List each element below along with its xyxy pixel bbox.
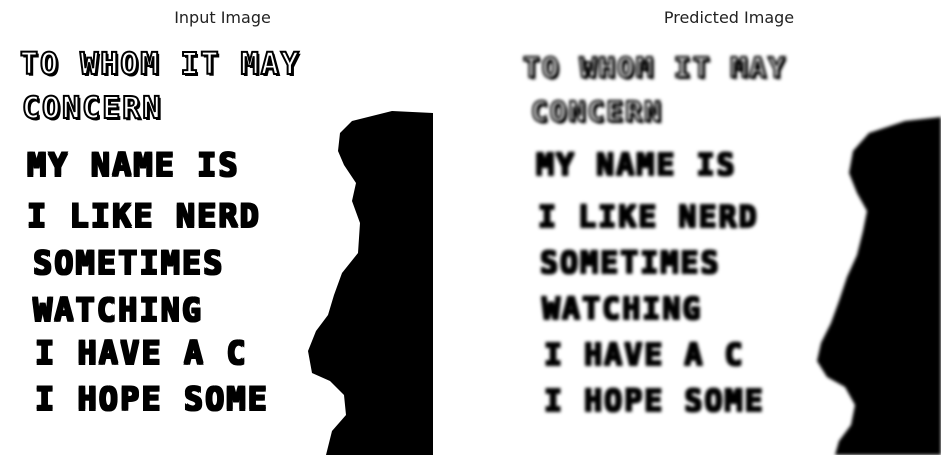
input-image: TO WHOM IT MAY CONCERN MY NAME IS I LIKE… <box>12 33 433 455</box>
silhouette-shape <box>817 117 941 455</box>
predicted-image-title: Predicted Image <box>663 8 795 27</box>
input-image-title: Input Image <box>174 8 271 27</box>
predicted-image-content: TO WHOM IT MAY CONCERN MY NAME IS I LIKE… <box>517 33 941 455</box>
silhouette-shape <box>308 111 433 455</box>
predicted-image: TO WHOM IT MAY CONCERN MY NAME IS I LIKE… <box>517 33 941 455</box>
